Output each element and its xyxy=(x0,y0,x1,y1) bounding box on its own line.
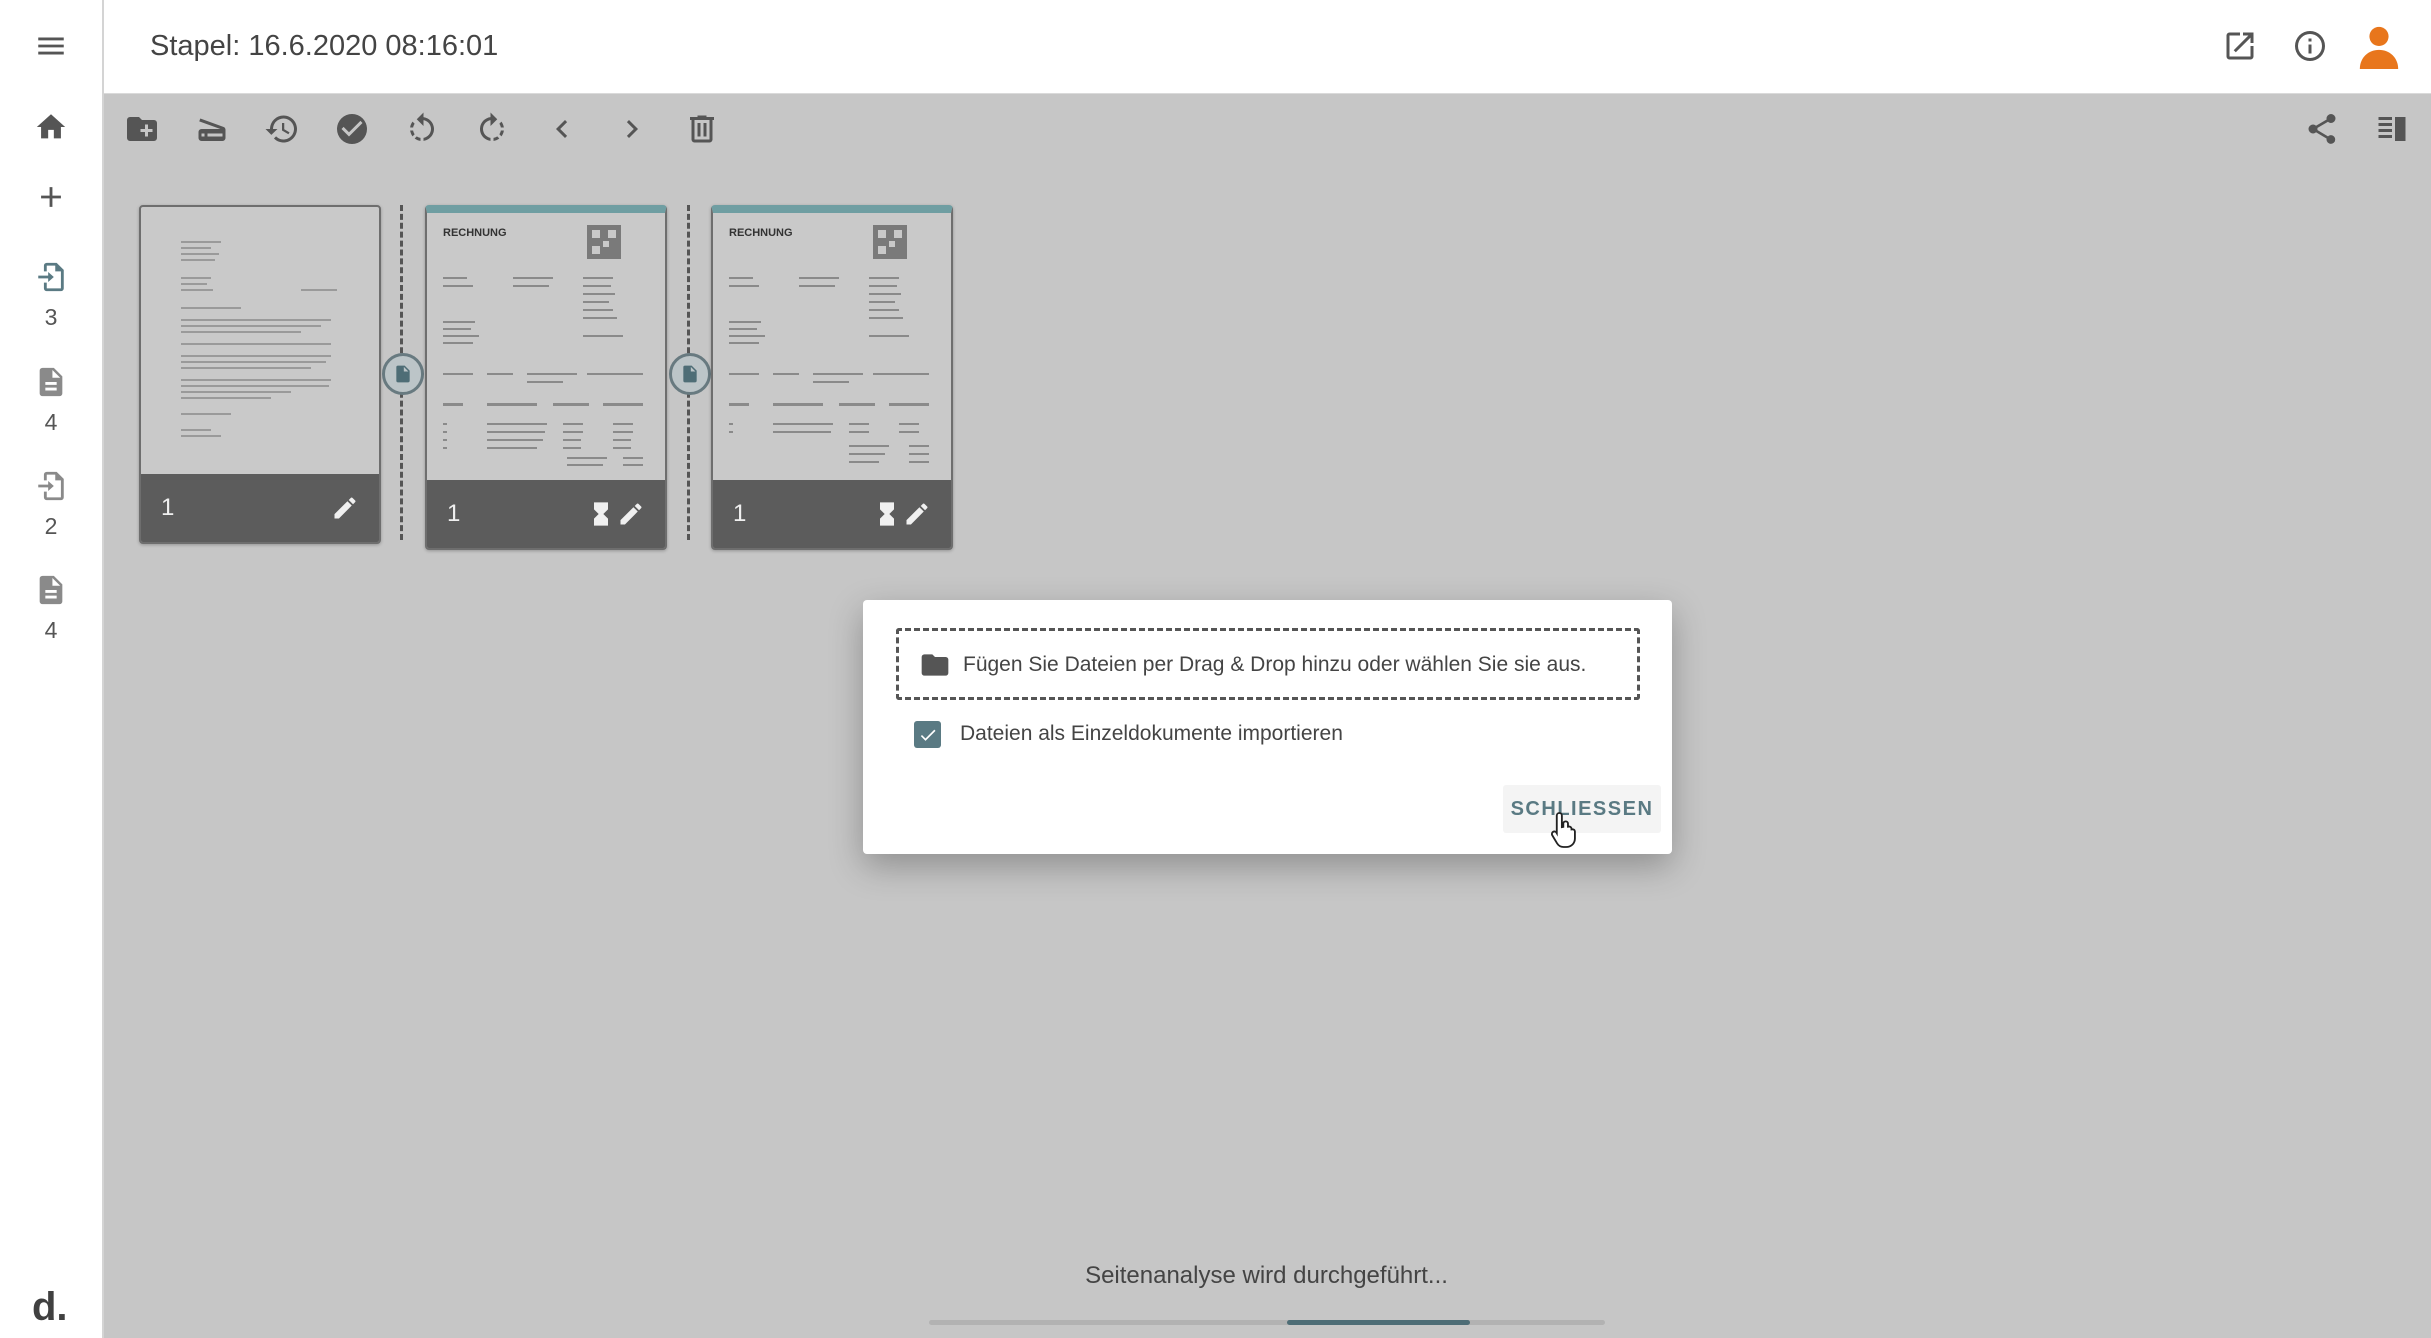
scanner-icon[interactable] xyxy=(194,111,230,147)
side-panel-icon[interactable] xyxy=(2374,111,2410,147)
checkbox-label: Dateien als Einzeldokumente importieren xyxy=(960,722,1343,745)
page-number: 1 xyxy=(447,500,461,527)
document-icon xyxy=(39,367,63,397)
hourglass-icon xyxy=(594,502,608,526)
sidebar: 3 4 2 4 d. xyxy=(0,0,104,1338)
dropzone-text: Fügen Sie Dateien per Drag & Drop hinzu … xyxy=(963,653,1587,676)
history-icon[interactable] xyxy=(264,111,300,147)
delete-icon[interactable] xyxy=(684,111,720,147)
menu-icon[interactable] xyxy=(0,29,102,63)
sidebar-item-documents-1[interactable]: 4 xyxy=(0,365,102,436)
folder-icon xyxy=(921,654,949,676)
rotate-left-icon[interactable] xyxy=(404,111,440,147)
status-text: Seitenanalyse wird durchgeführt... xyxy=(1085,1262,1448,1289)
sidebar-item-documents-2[interactable]: 4 xyxy=(0,573,102,644)
home-icon[interactable] xyxy=(0,110,102,144)
add-folder-icon[interactable] xyxy=(124,111,160,147)
import-single-docs-checkbox[interactable] xyxy=(914,721,941,748)
import-document-icon xyxy=(38,262,64,292)
sidebar-item-import-2[interactable]: 2 xyxy=(0,469,102,540)
page-number: 1 xyxy=(733,500,747,527)
progress-bar-fill xyxy=(1287,1320,1470,1325)
add-icon[interactable] xyxy=(0,180,102,214)
check-circle-icon[interactable] xyxy=(334,111,370,147)
progress-bar xyxy=(929,1320,1605,1325)
split-toggle-icon[interactable] xyxy=(382,353,424,395)
document-thumbnail: RECHNUNG xyxy=(713,213,951,478)
open-external-icon[interactable] xyxy=(2222,28,2258,64)
sidebar-item-count: 4 xyxy=(44,409,58,435)
sidebar-item-count: 3 xyxy=(44,304,58,330)
page-number: 1 xyxy=(161,494,175,521)
split-toggle-icon[interactable] xyxy=(669,353,711,395)
document-card-3[interactable]: RECHNUNG 1 xyxy=(711,205,953,550)
info-icon[interactable] xyxy=(2292,28,2328,64)
document-heading: RECHNUNG xyxy=(443,227,507,239)
page-title: Stapel: 16.6.2020 08:16:01 xyxy=(150,30,499,62)
sidebar-item-count: 4 xyxy=(44,617,58,643)
document-card-2[interactable]: RECHNUNG 1 xyxy=(425,205,667,550)
document-thumbnail: RECHNUNG xyxy=(427,213,665,478)
chevron-left-icon[interactable] xyxy=(544,111,580,147)
document-card-1[interactable]: 1 xyxy=(139,205,381,544)
share-icon[interactable] xyxy=(2304,111,2340,147)
document-footer: 1 xyxy=(427,480,665,548)
edit-icon[interactable] xyxy=(617,500,645,528)
document-footer: 1 xyxy=(141,474,379,542)
document-footer: 1 xyxy=(713,480,951,548)
toolbar xyxy=(104,95,2431,165)
check-icon xyxy=(920,729,935,741)
edit-icon[interactable] xyxy=(903,500,931,528)
document-thumbnail xyxy=(141,207,379,472)
file-dropzone[interactable]: Fügen Sie Dateien per Drag & Drop hinzu … xyxy=(896,628,1640,700)
hourglass-icon xyxy=(880,502,894,526)
hand-cursor-icon xyxy=(1550,812,1576,848)
header: Stapel: 16.6.2020 08:16:01 xyxy=(104,0,2431,94)
document-heading: RECHNUNG xyxy=(729,227,793,239)
document-icon xyxy=(39,575,63,605)
sidebar-item-count: 2 xyxy=(44,513,58,539)
app-logo: d. xyxy=(32,1285,68,1329)
rotate-right-icon[interactable] xyxy=(474,111,510,147)
chevron-right-icon[interactable] xyxy=(614,111,650,147)
close-button[interactable]: SCHLIESSEN xyxy=(1503,785,1661,833)
edit-icon[interactable] xyxy=(331,494,359,522)
import-document-icon xyxy=(38,471,64,501)
user-avatar-icon[interactable] xyxy=(2356,22,2402,70)
sidebar-item-import-1[interactable]: 3 xyxy=(0,248,102,363)
